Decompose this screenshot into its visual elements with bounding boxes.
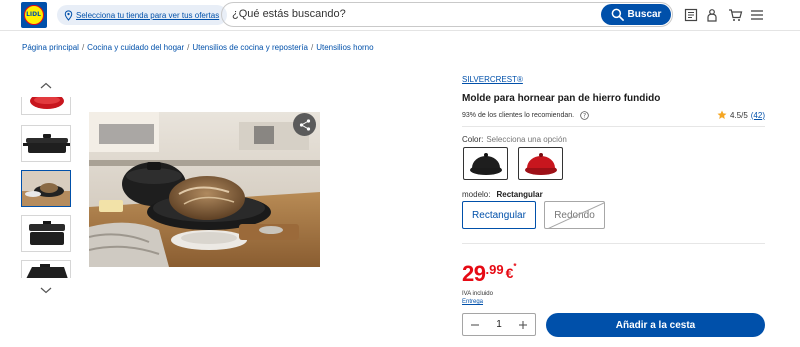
black-pot-swatch-image xyxy=(469,152,502,175)
color-option-black[interactable] xyxy=(463,147,508,180)
search-button[interactable]: Buscar xyxy=(601,4,671,25)
red-pot-swatch-image xyxy=(524,152,557,175)
divider xyxy=(462,126,765,127)
svg-text:?: ? xyxy=(583,114,586,120)
store-selector[interactable]: Selecciona tu tienda para ver tus oferta… xyxy=(57,5,228,25)
delivery-link[interactable]: Entrega xyxy=(462,299,483,305)
plus-icon xyxy=(519,320,527,329)
color-label: Color: Selecciona una opción xyxy=(462,135,567,144)
cart-icon[interactable] xyxy=(727,7,743,23)
price-integer: 29 xyxy=(462,261,486,286)
breadcrumb-oven[interactable]: Utensilios horno xyxy=(316,43,373,52)
thumbnail-lifestyle[interactable] xyxy=(21,170,71,207)
minus-icon xyxy=(471,323,479,326)
model-option-label: Rectangular xyxy=(472,209,526,221)
model-label: modelo: Rectangular xyxy=(462,190,543,199)
recommendation: 93% de los clientes lo recomiendan. ? xyxy=(462,111,589,120)
breadcrumb-utensils[interactable]: Utensilios de cocina y repostería xyxy=(192,43,308,52)
price-footnote-mark: * xyxy=(513,262,517,271)
star-icon xyxy=(717,110,727,119)
logo-circle: LIDL xyxy=(24,5,44,25)
product-brand-link[interactable]: SILVERCREST® xyxy=(462,75,523,84)
quantity-stepper[interactable]: 1 xyxy=(462,313,536,336)
color-label-text: Color: xyxy=(462,135,484,144)
divider xyxy=(462,243,765,244)
user-icon[interactable] xyxy=(704,7,720,23)
model-label-text: modelo: xyxy=(462,190,491,199)
breadcrumb-home[interactable]: Página principal xyxy=(22,43,79,52)
header: LIDL Selecciona tu tienda para ver tus o… xyxy=(0,0,800,31)
breadcrumb-separator: / xyxy=(310,43,314,52)
price-decimals: .99 xyxy=(485,262,504,277)
add-to-cart-label: Añadir a la cesta xyxy=(615,319,696,331)
add-to-cart-button[interactable]: Añadir a la cesta xyxy=(546,313,765,337)
logo-text: LIDL xyxy=(26,11,41,18)
color-option-red[interactable] xyxy=(518,147,563,180)
search-button-label: Buscar xyxy=(627,9,662,20)
share-icon xyxy=(299,118,310,131)
location-pin-icon xyxy=(64,9,73,21)
leaflet-icon[interactable] xyxy=(683,7,699,23)
thumbnail-strip xyxy=(20,80,74,295)
info-icon[interactable]: ? xyxy=(580,111,589,120)
search-bar[interactable]: ¿Qué estás buscando? Buscar xyxy=(221,2,673,27)
model-option-round[interactable]: Redondo xyxy=(544,201,605,229)
search-icon xyxy=(611,8,624,21)
model-selected-value: Rectangular xyxy=(496,190,543,199)
thumbnail-red-pot[interactable] xyxy=(21,97,71,115)
product-main-image[interactable] xyxy=(89,112,320,267)
breadcrumb: Página principal / Cocina y cuidado del ho… xyxy=(22,43,374,52)
rating-value: 4.5/5 xyxy=(729,110,748,120)
product-photo xyxy=(89,112,320,267)
unavailable-strike xyxy=(548,202,604,228)
rating-count-link[interactable]: (42) xyxy=(751,111,765,120)
thumbs-down-arrow-icon[interactable] xyxy=(40,285,52,295)
quantity-value[interactable]: 1 xyxy=(496,319,502,330)
increase-quantity-button[interactable] xyxy=(516,318,530,332)
rating[interactable]: 4.5/5 (42) xyxy=(717,110,765,120)
menu-icon[interactable] xyxy=(749,7,765,23)
share-button[interactable] xyxy=(293,113,316,136)
model-option-rectangular[interactable]: Rectangular xyxy=(462,201,536,229)
color-prompt: Selecciona una opción xyxy=(486,135,567,144)
product-price: 29.99 €* xyxy=(462,261,516,287)
thumbs-up-arrow-icon[interactable] xyxy=(40,80,52,90)
product-title: Molde para hornear pan de hierro fundido xyxy=(462,93,661,104)
breadcrumb-separator: / xyxy=(187,43,190,52)
lidl-logo[interactable]: LIDL xyxy=(21,2,47,28)
store-selector-label: Selecciona tu tienda para ver tus oferta… xyxy=(76,10,220,20)
search-input[interactable]: ¿Qué estás buscando? xyxy=(232,8,346,20)
recommendation-text: 93% de los clientes lo recomiendan. xyxy=(462,112,575,119)
thumbnail-black-pot-side[interactable] xyxy=(21,260,71,278)
tax-note: IVA incluido xyxy=(462,291,493,297)
thumbnail-black-rect-pot[interactable] xyxy=(21,125,71,162)
thumbnail-black-pot-open[interactable] xyxy=(21,215,71,252)
breadcrumb-kitchen[interactable]: Cocina y cuidado del hogar xyxy=(87,43,184,52)
breadcrumb-separator: / xyxy=(81,43,85,52)
decrease-quantity-button[interactable] xyxy=(468,318,482,332)
